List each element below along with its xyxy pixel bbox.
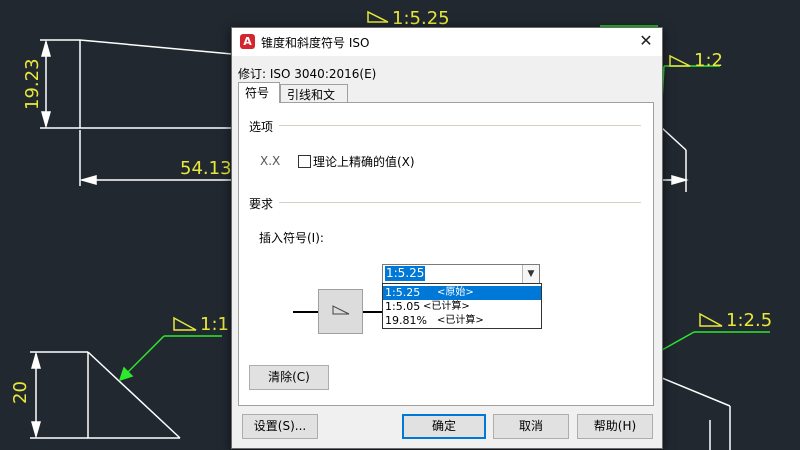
slope-symbol-icon [332,305,350,315]
cad-slope-symbol-icon [173,316,197,331]
cad-arrow-up [41,39,51,57]
cad-label-dim-horizontal: 54.13 [180,158,232,179]
dropdown-option-original[interactable]: 1:5.25 <原始> [383,286,541,300]
xx-label: X.X [260,154,281,168]
insert-symbol-label: 插入符号(I): [259,231,324,245]
theoretical-value-label[interactable]: 理论上精确的值(X) [313,153,415,170]
options-group-title: 选项 [249,120,274,134]
cad-label-ratio-right-bottom: 1:2.5 [726,310,772,331]
tab-symbol[interactable]: 符号 [238,82,280,103]
cad-slope-symbol-icon [699,312,723,327]
requirements-group-title: 要求 [249,197,274,211]
ok-button[interactable]: 确定 [402,414,486,439]
tab-panel-symbol: 选项 X.X 理论上精确的值(X) 要求 插入符号(I): 1:5.25 ▼ 1… [238,102,654,406]
dialog-title: 锥度和斜度符号 ISO [261,36,370,50]
cad-taper-slope [79,39,233,55]
requirements-divider [279,202,641,203]
help-button[interactable]: 帮助(H) [577,414,653,439]
taper-slope-dialog: A 锥度和斜度符号 ISO ✕ 修订: ISO 3040:2016(E) 符号 … [231,27,663,449]
cad-label-dim-bottom: 20 [10,381,31,404]
cad-label-ratio-right: 1:2 [694,50,723,71]
dropdown-option-computed-2[interactable]: 19.81% <已计算> [383,314,541,328]
cad-label-ratio-left: 1:1 [200,314,229,335]
close-icon[interactable]: ✕ [634,30,658,52]
options-divider [279,125,641,126]
cad-label-dim-vertical: 19.23 [22,58,43,110]
cad-triangle-hypotenuse [87,351,181,439]
cad-slope-symbol-icon [669,54,691,67]
insert-symbol-combobox[interactable]: 1:5.25 ▼ [382,264,540,284]
autocad-app-icon: A [240,34,255,49]
insert-symbol-dropdown-list: 1:5.25 <原始> 1:5.05 <已计算> 19.81% <已计算> [382,283,542,329]
tab-leader-and-text[interactable]: 引线和文字 [280,84,348,122]
cad-arrow-down [41,111,51,129]
cad-label-ratio-top: 1:5.25 [392,8,450,29]
combo-selected-value: 1:5.25 [385,266,426,281]
settings-button[interactable]: 设置(S)... [242,414,318,439]
dropdown-option-computed-1[interactable]: 1:5.05 <已计算> [383,300,541,314]
clear-button[interactable]: 清除(C) [249,365,329,390]
theoretical-value-checkbox[interactable] [298,155,311,168]
symbol-preview [318,289,363,334]
cancel-button[interactable]: 取消 [493,414,569,439]
cad-arrow-left [79,175,97,185]
cad-slope-symbol-icon [367,10,389,23]
chevron-down-icon[interactable]: ▼ [522,265,539,283]
dialog-titlebar[interactable]: A 锥度和斜度符号 ISO ✕ [232,28,662,56]
revision-label: 修订: ISO 3040:2016(E) [238,67,377,81]
